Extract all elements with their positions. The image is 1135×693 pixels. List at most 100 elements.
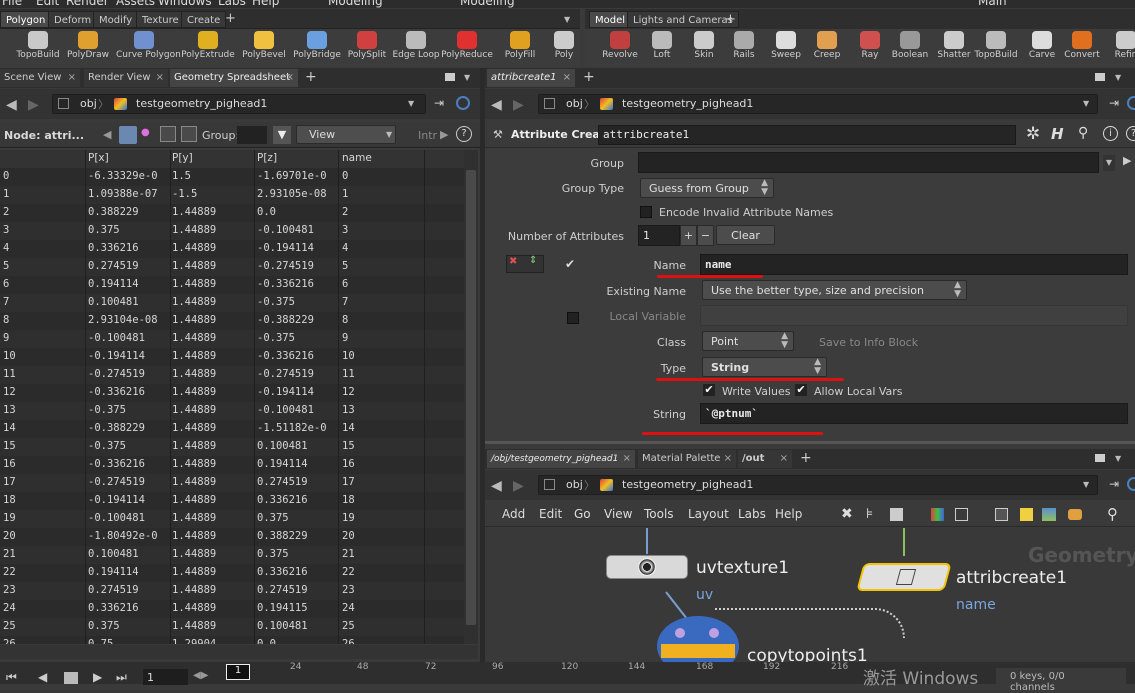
tab-scene-view[interactable]: Scene View × [0, 69, 80, 87]
table-row[interactable]: 21 0.100481 1.44889 0.375 21 [0, 546, 464, 564]
table-row[interactable]: 7 0.100481 1.44889 -0.375 7 [0, 294, 464, 312]
node-uvtexture1[interactable] [606, 555, 688, 579]
image-icon[interactable] [1042, 508, 1056, 521]
path-dropdown-icon[interactable]: ▼ [408, 99, 414, 108]
step-icons[interactable]: ◀▶ [193, 670, 208, 681]
table-row[interactable]: 11 -0.274519 1.44889 -0.274519 11 [0, 366, 464, 384]
write-values-checkbox[interactable]: ✔ [703, 384, 715, 396]
column-divider[interactable] [338, 150, 339, 644]
tab-attribcreate1[interactable]: attribcreate1 × [487, 69, 575, 87]
remove-attribute-button[interactable]: − [697, 225, 714, 246]
desktop-select[interactable]: Modeling [328, 0, 383, 8]
type-menu[interactable]: String ▲ ▼ [702, 357, 827, 377]
class-menu[interactable]: Point ▲ ▼ [702, 331, 794, 351]
info-icon[interactable]: i [1103, 126, 1118, 141]
add-tab-icon[interactable]: + [305, 69, 317, 85]
play-reverse-icon[interactable]: ◀ [38, 670, 47, 684]
back-arrow-icon[interactable]: ◀ [6, 97, 17, 113]
maximize-icon-net[interactable] [1095, 454, 1105, 462]
menu-edit[interactable]: Edit [36, 0, 59, 8]
table-row[interactable]: 6 0.194114 1.44889 -0.336216 6 [0, 276, 464, 294]
list-icon[interactable] [890, 508, 903, 521]
net-menu-add[interactable]: Add [502, 507, 525, 521]
net-menu-layout[interactable]: Layout [688, 507, 729, 521]
group-field[interactable] [237, 126, 267, 144]
path-root[interactable]: obj [80, 97, 97, 110]
add-tab-icon-net[interactable]: + [800, 450, 812, 466]
table-row[interactable]: 5 0.274519 1.44889 -0.274519 5 [0, 258, 464, 276]
shelf-tool-edge-loop[interactable]: Edge Loop [388, 30, 444, 66]
add-attribute-button[interactable]: + [680, 225, 697, 246]
path-dropdown-icon[interactable]: ▼ [1083, 99, 1089, 108]
tab-geometry-spreadsheet[interactable]: Geometry Spreadsheet × [170, 69, 298, 87]
help-icon[interactable]: ? [456, 126, 472, 142]
shelf-tool-topobuild[interactable]: TopoBuild [10, 30, 66, 66]
allow-local-vars-checkbox[interactable]: ✔ [795, 384, 807, 396]
maximize-icon-right[interactable] [1095, 73, 1105, 81]
stop-icon[interactable] [64, 672, 78, 684]
add-tab-icon-right[interactable]: + [583, 69, 595, 85]
pane-menu-icon-net[interactable]: ▼ [1115, 454, 1121, 463]
add-shelf-icon[interactable]: + [225, 12, 239, 26]
search-icon[interactable]: ⚲ [1107, 505, 1118, 523]
intr-arrow-icon[interactable]: ▶ [440, 128, 448, 141]
filter-icon[interactable]: ▼ [273, 126, 291, 144]
table-row[interactable]: 25 0.375 1.44889 0.100481 25 [0, 618, 464, 636]
add-shelf-icon-right[interactable]: + [725, 12, 736, 27]
shelf-tab-modify[interactable]: Modify [93, 11, 139, 28]
net-menu-view[interactable]: View [604, 507, 632, 521]
network-box-icon[interactable] [995, 508, 1008, 521]
tree-icon[interactable]: ⊧ [866, 506, 873, 522]
jump-start-icon[interactable]: ⏮ [6, 670, 17, 685]
column-divider[interactable] [254, 150, 255, 644]
input-port-2[interactable] [709, 628, 719, 638]
table-row[interactable]: 9 -0.100481 1.44889 -0.375 9 [0, 330, 464, 348]
shelf-tool-polysplit[interactable]: PolySplit [339, 30, 395, 66]
group-select-arrow-icon[interactable]: ▶ [1123, 154, 1131, 167]
column-divider[interactable] [424, 150, 425, 644]
menu-assets[interactable]: Assets [116, 0, 155, 8]
table-row[interactable]: 14 -0.388229 1.44889 -1.51182e-0 14 [0, 420, 464, 438]
remove-instance-icon[interactable]: ✖ [509, 256, 517, 267]
points-mode-icon[interactable] [119, 126, 137, 144]
frame-field[interactable]: 1 [143, 669, 188, 685]
table-row[interactable]: 0 -6.33329e-0 1.5 -1.69701e-0 0 [0, 168, 464, 186]
group-dropdown-icon[interactable]: ▼ [1103, 155, 1115, 171]
table-row[interactable]: 13 -0.375 1.44889 -0.100481 13 [0, 402, 464, 420]
column-header[interactable]: P[z] [257, 152, 337, 164]
shelf-tool-polydraw[interactable]: PolyDraw [60, 30, 116, 66]
grid-icon[interactable] [955, 508, 968, 521]
tab-out[interactable]: /out × [738, 450, 792, 468]
group-type-menu[interactable]: Guess from Group ▲ ▼ [640, 178, 774, 198]
table-row[interactable]: 10 -0.194114 1.44889 -0.336216 10 [0, 348, 464, 366]
dot-icon[interactable] [1068, 509, 1082, 520]
table-row[interactable]: 18 -0.194114 1.44889 0.336216 18 [0, 492, 464, 510]
column-divider[interactable] [170, 150, 171, 644]
shelf-tab-create[interactable]: Create [181, 11, 227, 28]
net-menu-help[interactable]: Help [775, 507, 802, 521]
existing-name-menu[interactable]: Use the better type, size and precision ▲… [702, 280, 967, 300]
back-arrow-icon[interactable]: ◀ [491, 478, 502, 494]
primitives-mode-icon[interactable] [160, 126, 176, 142]
table-row[interactable]: 15 -0.375 1.44889 0.100481 15 [0, 438, 464, 456]
search-icon[interactable]: ⚲ [1078, 125, 1088, 141]
shelf-tab-lights-cameras[interactable]: Lights and Cameras [627, 11, 739, 28]
color-palette-icon[interactable] [931, 508, 944, 521]
help-h-icon[interactable]: H [1051, 125, 1064, 143]
shelf-tool-curve-polygon[interactable]: Curve Polygon [116, 30, 181, 66]
menu-help[interactable]: Help [252, 0, 279, 8]
main-select[interactable]: Main [978, 0, 1007, 8]
clear-button[interactable]: Clear [716, 225, 775, 245]
pin-icon[interactable]: ⇥ [434, 96, 444, 110]
path-node[interactable]: testgeometry_pighead1 [622, 478, 753, 491]
jump-end-icon[interactable]: ⏭ [116, 670, 127, 685]
table-row[interactable]: 12 -0.336216 1.44889 -0.194114 12 [0, 384, 464, 402]
column-header[interactable]: P[y] [172, 152, 252, 164]
intrinsics-label[interactable]: Intr [418, 129, 437, 142]
input-port-1[interactable] [675, 628, 685, 638]
table-row[interactable]: 17 -0.274519 1.44889 0.274519 17 [0, 474, 464, 492]
link-icon[interactable] [1127, 96, 1135, 110]
shelf-tab-texture[interactable]: Texture [136, 11, 185, 28]
net-menu-labs[interactable]: Labs [738, 507, 766, 521]
vertices-mode-icon[interactable]: ● [141, 127, 150, 138]
